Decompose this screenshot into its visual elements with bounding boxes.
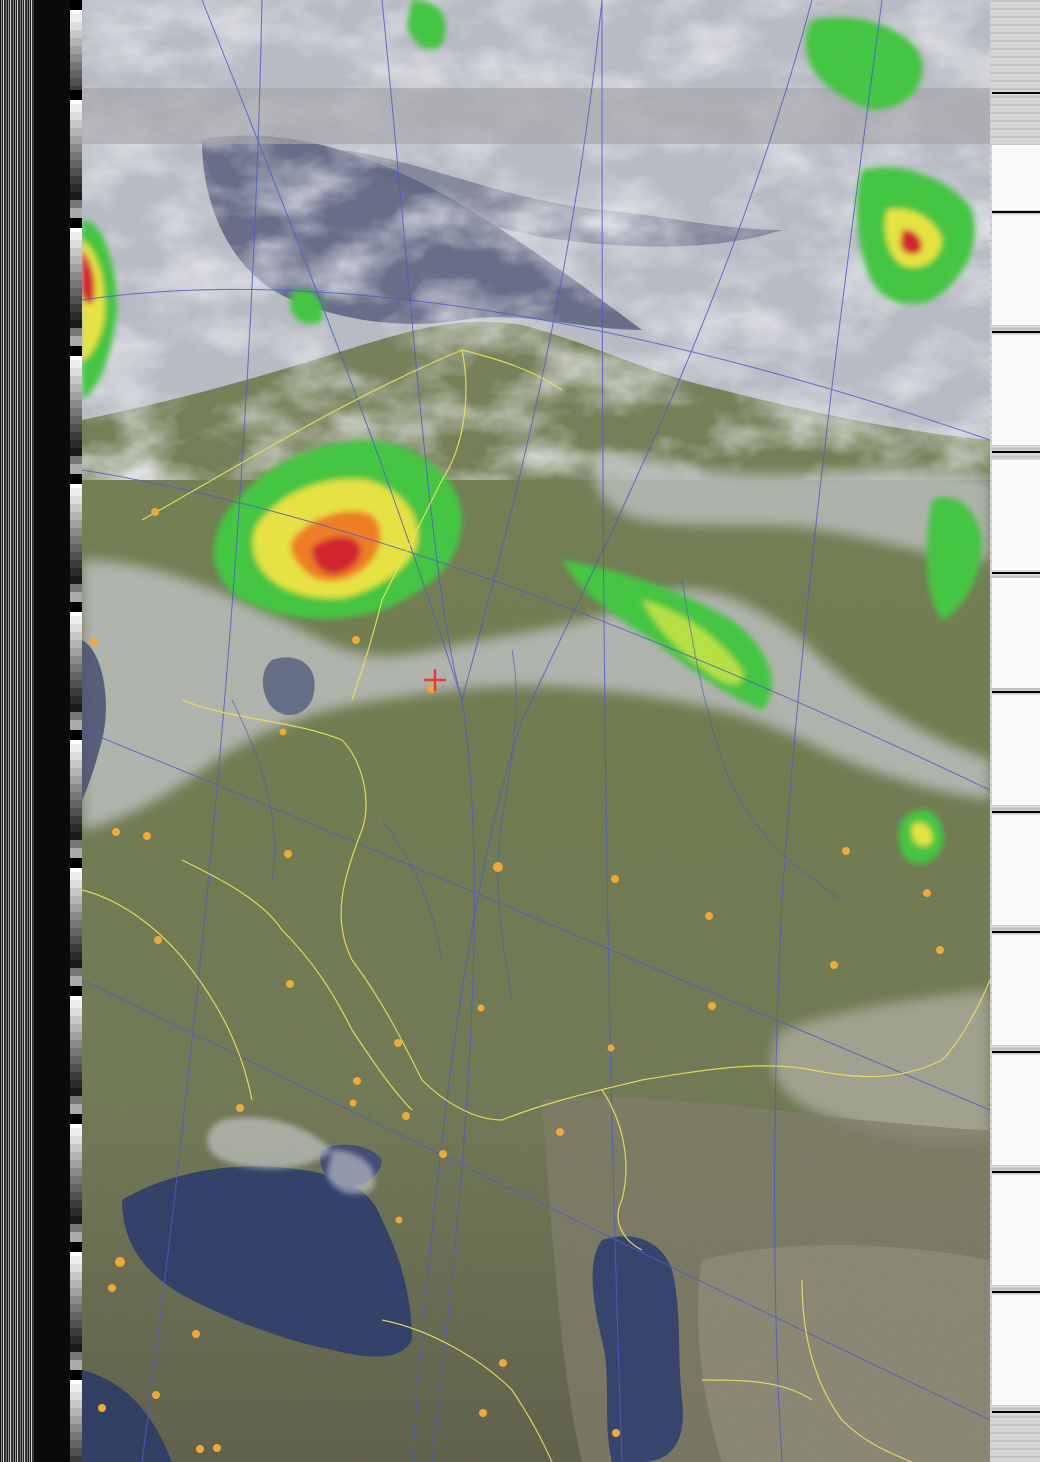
- telemetry-block: [992, 1175, 1040, 1285]
- telemetry-tick: [992, 92, 1040, 94]
- earth-view: [82, 0, 990, 1462]
- telemetry-tick: [992, 811, 1040, 813]
- telemetry-tick: [992, 691, 1040, 693]
- telemetry-block: [992, 335, 1040, 445]
- image-grain: [82, 0, 990, 1462]
- telemetry-tick: [992, 1051, 1040, 1053]
- telemetry-block: [992, 695, 1040, 805]
- telemetry-tick: [992, 931, 1040, 933]
- telemetry-tick: [992, 1171, 1040, 1173]
- telemetry-block: [992, 935, 1040, 1045]
- telemetry-tick: [992, 1291, 1040, 1293]
- telemetry-block: [992, 215, 1040, 325]
- telemetry-block: [992, 578, 1040, 688]
- telemetry-wedges-left: [34, 0, 114, 1462]
- telemetry-tick: [992, 1411, 1040, 1413]
- telemetry-block: [992, 815, 1040, 925]
- telemetry-tick: [992, 211, 1040, 213]
- sync-strip: [0, 0, 34, 1462]
- telemetry-tick: [992, 451, 1040, 453]
- telemetry-tick: [992, 331, 1040, 333]
- satellite-image: [0, 0, 1040, 1462]
- telemetry-block: [992, 460, 1040, 570]
- telemetry-tick: [992, 572, 1040, 574]
- telemetry-block: [992, 145, 1040, 210]
- telemetry-block: [992, 1055, 1040, 1165]
- telemetry-block: [992, 1295, 1040, 1405]
